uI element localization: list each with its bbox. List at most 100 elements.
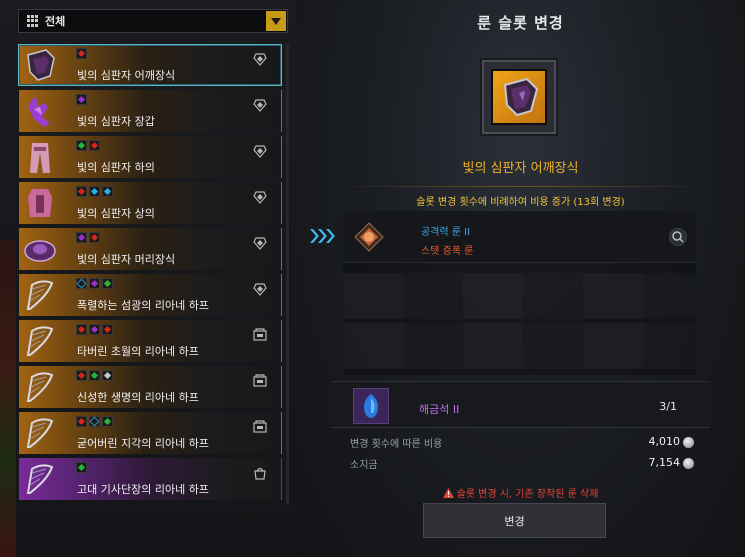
owned-money-row: 소지금 7,154 [350, 456, 694, 472]
green-gem-icon [76, 462, 87, 473]
red-gem-icon [76, 370, 87, 381]
purple-gem-icon [89, 278, 100, 289]
cost-label: 소지금 [350, 460, 378, 471]
chest-armor-icon [21, 184, 59, 222]
item-name: 고대 기사단장의 리아네 하프 [77, 483, 209, 496]
harp-icon [21, 414, 59, 452]
item-row[interactable]: 고대 기사단장의 리아네 하프 [18, 458, 282, 500]
rune-name: 공격력 룬 II [421, 227, 471, 238]
purple-gem-icon [76, 232, 87, 243]
material-row: 해금석 II 3/1 [331, 381, 710, 428]
item-row[interactable]: 빛의 심판자 어깨장식 [18, 44, 282, 86]
cost-section: 해금석 II 3/1 변경 횟수에 따른 비용 4,010 소지금 7,154 [331, 381, 710, 477]
inventory-icon [253, 374, 267, 388]
grid-icon [27, 15, 39, 27]
rune-slot-gems [76, 140, 100, 151]
item-name: 폭렬하는 섬광의 리아네 하프 [77, 299, 209, 312]
item-name: 빛의 심판자 어깨장식 [77, 69, 176, 82]
item-row[interactable]: 타버린 초월의 리아네 하프 [18, 320, 282, 362]
blueout-gem-icon [89, 416, 100, 427]
item-row[interactable]: 굳어버린 지각의 리아네 하프 [18, 412, 282, 454]
red-gem-icon [89, 140, 100, 151]
helmet-icon [21, 230, 59, 268]
bag-icon [253, 466, 267, 480]
triple-chevron-right-icon [310, 229, 336, 243]
rune-slot-gems [76, 324, 113, 335]
pants-icon [21, 138, 59, 176]
filter-label: 전체 [45, 15, 66, 28]
rune-slot-gems [76, 278, 113, 289]
chevron-down-icon[interactable] [266, 11, 286, 31]
silver-coin-icon [683, 458, 694, 469]
category-filter-dropdown[interactable]: 전체 [18, 9, 288, 33]
rune-slot-gems [76, 94, 87, 105]
purple-gem-icon [76, 94, 87, 105]
scrollbar[interactable] [286, 44, 289, 504]
rune-slot-gems [76, 186, 113, 197]
red-gem-icon [102, 324, 113, 335]
harp-icon [21, 368, 59, 406]
silver-coin-icon [683, 437, 694, 448]
attack-rune-icon [354, 222, 384, 252]
warning-icon [442, 488, 454, 498]
change-button[interactable]: 변경 [423, 503, 606, 538]
equip-icon [253, 282, 267, 296]
selected-item-frame [482, 60, 556, 134]
red-gem-icon [76, 416, 87, 427]
rune-slot-empty [343, 323, 696, 369]
item-row[interactable]: 신성한 생명의 리아네 하프 [18, 366, 282, 408]
purple-gem-icon [89, 324, 100, 335]
equip-icon [253, 98, 267, 112]
rune-slot-gems [76, 462, 87, 473]
item-row[interactable]: 빛의 심판자 상의 [18, 182, 282, 224]
green-gem-icon [102, 416, 113, 427]
blue-gem-icon [102, 186, 113, 197]
red-gem-icon [89, 232, 100, 243]
page-title: 룬 슬롯 변경 [477, 14, 564, 32]
search-icon[interactable] [669, 228, 687, 246]
blue-gem-icon [89, 186, 100, 197]
selected-item-name: 빛의 심판자 어깨장식 [462, 161, 579, 176]
rune-slot-change-panel: 룬 슬롯 변경 빛의 심판자 어깨장식 슬롯 변경 횟수에 비례하여 비용 증가… [296, 0, 745, 557]
gloves-icon [21, 92, 59, 130]
rune-slot-gems [76, 48, 87, 59]
item-name: 빛의 심판자 머리장식 [77, 253, 176, 266]
item-name: 신성한 생명의 리아네 하프 [77, 391, 199, 404]
harp-icon [21, 276, 59, 314]
item-name: 굳어버린 지각의 리아네 하프 [77, 437, 209, 450]
red-gem-icon [76, 186, 87, 197]
equip-icon [253, 190, 267, 204]
shoulder-armor-icon [491, 69, 547, 125]
item-row[interactable]: 폭렬하는 섬광의 리아네 하프 [18, 274, 282, 316]
cost-value: 7,154 [648, 456, 681, 469]
rune-type: 스텟 증폭 룬 [421, 246, 474, 257]
equip-icon [253, 144, 267, 158]
equip-icon [253, 52, 267, 66]
green-gem-icon [89, 370, 100, 381]
blueout-gem-icon [76, 278, 87, 289]
item-row[interactable]: 빛의 심판자 장갑 [18, 90, 282, 132]
rune-slot-selected[interactable]: 공격력 룬 II 스텟 증폭 룬 [343, 211, 696, 263]
material-count: 3/1 [659, 400, 677, 413]
rune-slot-list: 공격력 룬 II 스텟 증폭 룬 [343, 211, 696, 375]
warning-text: 슬롯 변경 시, 기존 장착된 룬 삭제 [456, 489, 599, 500]
item-row[interactable]: 빛의 심판자 머리장식 [18, 228, 282, 270]
inventory-icon [253, 328, 267, 342]
equip-icon [253, 236, 267, 250]
rune-slot-empty [343, 273, 696, 319]
change-cost-row: 변경 횟수에 따른 비용 4,010 [350, 435, 694, 451]
item-name: 빛의 심판자 장갑 [77, 115, 155, 128]
silver-gem-icon [102, 370, 113, 381]
cost-value: 4,010 [648, 435, 681, 448]
item-list: 빛의 심판자 어깨장식빛의 심판자 장갑빛의 심판자 하의빛의 심판자 상의빛의… [18, 44, 282, 504]
item-name: 빛의 심판자 상의 [77, 207, 155, 220]
item-name: 타버린 초월의 리아네 하프 [77, 345, 199, 358]
rune-slot-gems [76, 416, 113, 427]
cost-notice: 슬롯 변경 횟수에 비례하여 비용 증가 (13회 변경) [416, 197, 625, 208]
red-gem-icon [76, 324, 87, 335]
cost-label: 변경 횟수에 따른 비용 [350, 439, 443, 450]
rune-slot-gems [76, 232, 100, 243]
green-gem-icon [76, 140, 87, 151]
item-row[interactable]: 빛의 심판자 하의 [18, 136, 282, 178]
divider-line [332, 186, 712, 187]
